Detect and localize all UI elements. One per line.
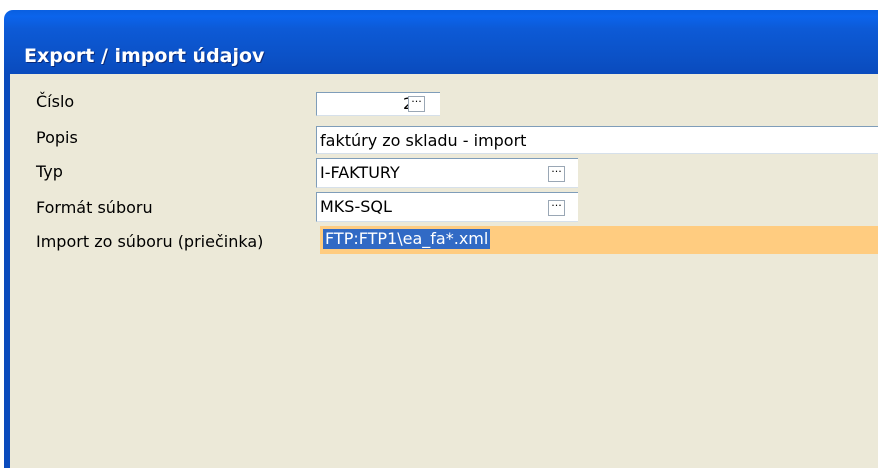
typ-field[interactable]: I-FAKTURY xyxy=(316,158,578,188)
format-field[interactable]: MKS-SQL xyxy=(316,192,578,222)
import-label: Import zo súboru (priečinka) xyxy=(36,232,264,251)
popis-value: faktúry zo skladu - import xyxy=(320,131,527,150)
import-path-value: FTP:FTP1\ea_fa*.xml xyxy=(323,229,491,249)
format-label: Formát súboru xyxy=(36,198,153,217)
cislo-label: Číslo xyxy=(36,92,75,111)
format-value: MKS-SQL xyxy=(320,197,392,216)
format-lookup-button[interactable]: ··· xyxy=(548,200,565,216)
popis-field[interactable]: faktúry zo skladu - import xyxy=(316,126,878,154)
typ-value: I-FAKTURY xyxy=(320,163,400,182)
cislo-lookup-button[interactable]: ··· xyxy=(408,96,425,112)
export-import-window: Export / import údajov Číslo 2 ··· Popis… xyxy=(0,0,878,468)
window-title: Export / import údajov xyxy=(24,45,265,67)
title-bar[interactable]: Export / import údajov xyxy=(4,10,878,74)
popis-label: Popis xyxy=(36,128,78,147)
import-path-field[interactable]: FTP:FTP1\ea_fa*.xml xyxy=(320,226,878,254)
typ-lookup-button[interactable]: ··· xyxy=(548,166,565,182)
typ-label: Typ xyxy=(36,162,63,181)
